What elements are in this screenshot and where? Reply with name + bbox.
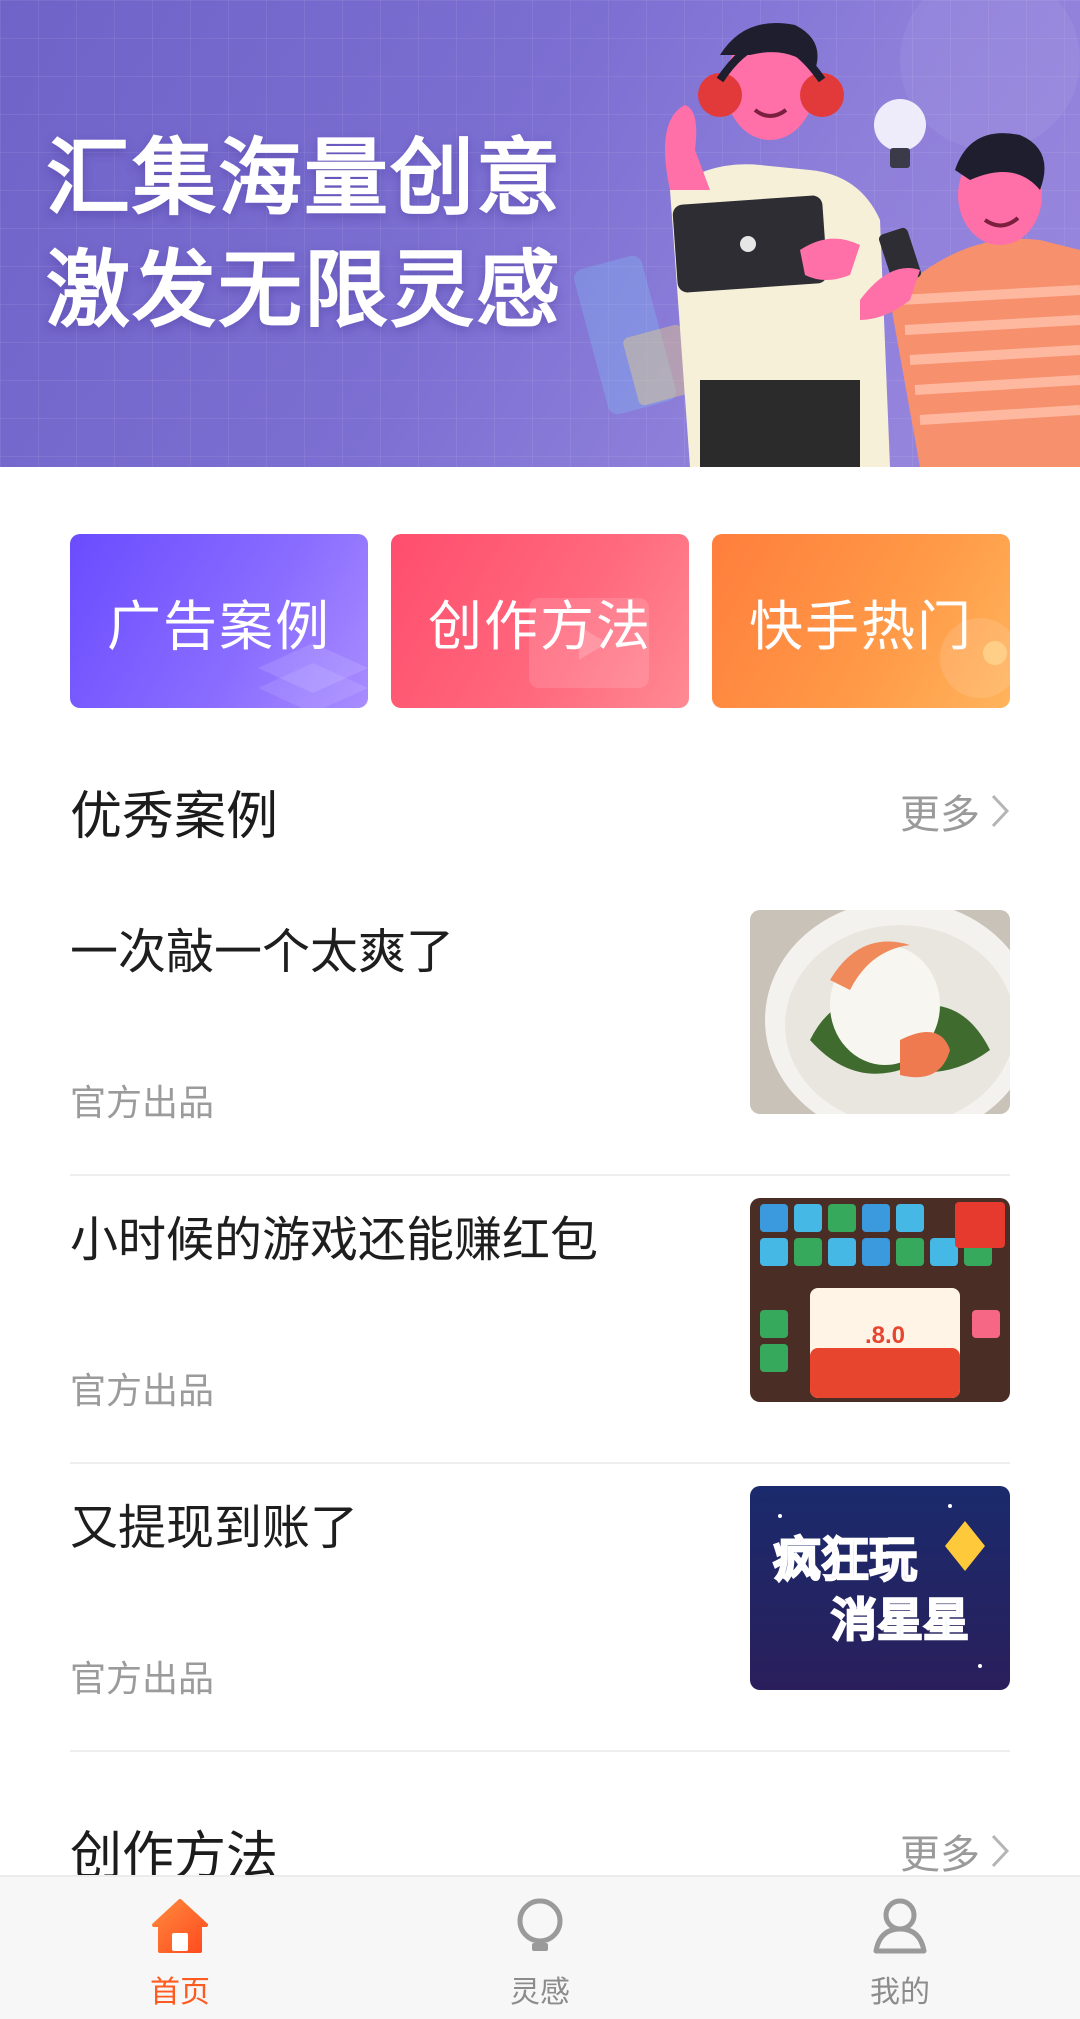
case-title: 一次敲一个太爽了 — [70, 924, 455, 980]
red-packet-amount: .8.0 — [865, 1322, 905, 1349]
case-thumbnail: .8.0 — [750, 1198, 1010, 1402]
nav-item-inspiration[interactable]: 灵感 — [360, 1877, 720, 2019]
case-title: 小时候的游戏还能赚红包 — [70, 1212, 599, 1268]
creation-methods-more-link[interactable]: 更多 — [900, 1822, 1010, 1880]
block-game-thumbnail-image: .8.0 — [750, 1198, 1010, 1402]
lightbulb-icon — [517, 1898, 563, 1951]
case-source: 官方出品 — [70, 1659, 215, 1700]
star-game-thumbnail-image: 疯狂玩 消星星 — [750, 1486, 1010, 1690]
category-craft-button[interactable]: 创作方法 — [391, 534, 689, 708]
nav-label-home: 首页 — [150, 1975, 210, 2010]
category-hot-label: 快手热门 — [749, 594, 973, 658]
more-label: 更多 — [900, 792, 980, 838]
excellent-cases-header: 优秀案例 更多 — [70, 776, 1010, 847]
app-screen: 汇集海量创意 激发无限灵感 广告案例 创作方法 快手热门 优秀案例 更多 一次敲… — [0, 0, 1080, 2019]
game-title-line1: 疯狂玩 — [773, 1532, 917, 1588]
chevron-right-icon — [991, 1834, 1010, 1868]
case-source: 官方出品 — [70, 1083, 215, 1124]
nav-item-home[interactable]: 首页 — [0, 1877, 360, 2019]
case-thumbnail — [750, 910, 1010, 1114]
nav-label-profile: 我的 — [870, 1975, 930, 2010]
more-label: 更多 — [900, 1832, 980, 1878]
banner-illustration — [574, 0, 1080, 467]
category-ads-label: 广告案例 — [107, 594, 331, 658]
case-title: 又提现到账了 — [70, 1500, 359, 1556]
nav-item-profile[interactable]: 我的 — [720, 1877, 1080, 2019]
egg-thumbnail-image — [750, 910, 1010, 1114]
category-hot-button[interactable]: 快手热门 — [712, 534, 1010, 708]
chevron-right-icon — [991, 794, 1010, 828]
bottom-navigation: 首页 灵感 我的 — [0, 1875, 1080, 2019]
banner-slogan: 汇集海量创意 激发无限灵感 — [46, 122, 562, 346]
excellent-cases-title: 优秀案例 — [70, 786, 279, 847]
case-thumbnail: 疯狂玩 消星星 — [750, 1486, 1010, 1690]
case-item[interactable]: 一次敲一个太爽了 官方出品 — [70, 888, 1010, 1176]
game-title-line2: 消星星 — [831, 1593, 969, 1647]
banner-slogan-line2: 激发无限灵感 — [46, 241, 563, 339]
case-item[interactable]: 又提现到账了 官方出品 疯狂玩 消星星 — [70, 1464, 1010, 1752]
category-ads-button[interactable]: 广告案例 — [70, 534, 368, 708]
case-source: 官方出品 — [70, 1371, 215, 1412]
banner-slogan-line1: 汇集海量创意 — [46, 129, 563, 227]
person-icon — [873, 1898, 927, 1954]
excellent-cases-more-link[interactable]: 更多 — [900, 782, 1010, 840]
home-icon — [152, 1899, 208, 1953]
hero-banner[interactable]: 汇集海量创意 激发无限灵感 — [0, 0, 1080, 467]
category-craft-label: 创作方法 — [428, 594, 652, 658]
nav-label-inspiration: 灵感 — [510, 1975, 570, 2010]
case-item[interactable]: 小时候的游戏还能赚红包 官方出品 .8.0 — [70, 1176, 1010, 1464]
